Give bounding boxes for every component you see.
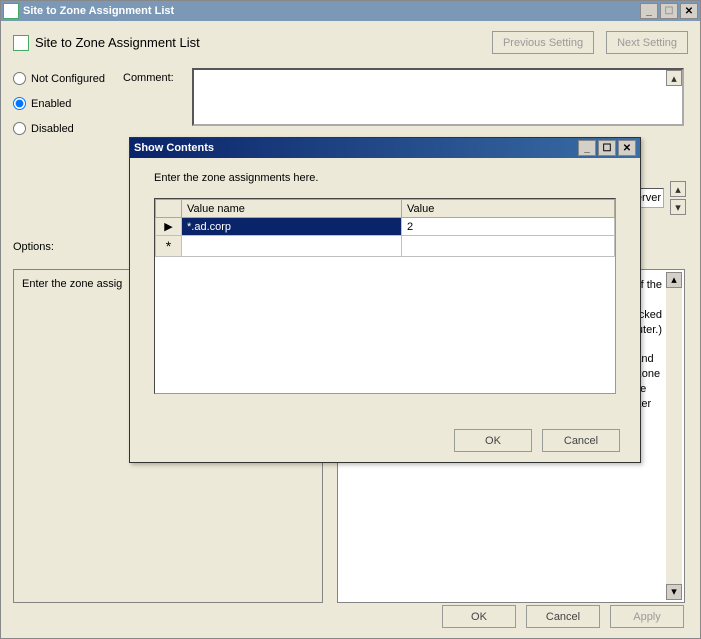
show-contents-dialog: Show Contents _ ☐ ✕ Enter the zone assig… (129, 137, 641, 463)
cell-value-name[interactable]: *.ad.corp (182, 218, 402, 236)
table-row-new[interactable]: * (156, 236, 615, 257)
cell-value-new[interactable] (402, 236, 615, 257)
apply-button[interactable]: Apply (610, 605, 684, 628)
cell-value-name-new[interactable] (182, 236, 402, 257)
previous-setting-button[interactable]: Previous Setting (492, 31, 594, 54)
minimize-button[interactable]: _ (640, 3, 658, 19)
col-value-name[interactable]: Value name (182, 200, 402, 218)
radio-not-configured-input[interactable] (13, 72, 26, 85)
scroll-up-icon[interactable]: ▴ (666, 272, 682, 288)
options-label: Options: (13, 241, 54, 253)
dialog-minimize-button[interactable]: _ (578, 140, 596, 156)
radio-disabled[interactable]: Disabled (13, 122, 105, 135)
dialog-cancel-button[interactable]: Cancel (542, 429, 620, 452)
cancel-button[interactable]: Cancel (526, 605, 600, 628)
scroll-up-icon[interactable]: ▴ (666, 70, 682, 86)
scroll-down-icon[interactable]: ▾ (666, 584, 682, 600)
setting-icon (13, 35, 29, 51)
app-icon (3, 3, 19, 19)
new-row-icon: * (156, 236, 182, 257)
maximize-button[interactable]: ☐ (660, 3, 678, 19)
radio-label: Not Configured (31, 73, 105, 85)
next-setting-button[interactable]: Next Setting (606, 31, 688, 54)
radio-not-configured[interactable]: Not Configured (13, 72, 105, 85)
radio-enabled-input[interactable] (13, 97, 26, 110)
setting-heading: Site to Zone Assignment List (35, 35, 200, 50)
scroll-down-icon[interactable]: ▾ (670, 199, 686, 215)
dialog-prompt: Enter the zone assignments here. (154, 172, 616, 184)
close-button[interactable]: ✕ (680, 3, 698, 19)
radio-enabled[interactable]: Enabled (13, 97, 105, 110)
radio-label: Enabled (31, 98, 71, 110)
scroll-up-icon[interactable]: ▴ (670, 181, 686, 197)
dialog-ok-button[interactable]: OK (454, 429, 532, 452)
ok-button[interactable]: OK (442, 605, 516, 628)
cell-value[interactable]: 2 (402, 218, 615, 236)
row-indicator-icon: ▶ (156, 218, 182, 236)
radio-label: Disabled (31, 123, 74, 135)
options-prompt: Enter the zone assig (22, 278, 122, 290)
dialog-title: Show Contents (134, 142, 578, 154)
dialog-close-button[interactable]: ✕ (618, 140, 636, 156)
window-title: Site to Zone Assignment List (23, 5, 640, 17)
comment-textarea[interactable]: ▴ (192, 68, 684, 126)
settings-window: Site to Zone Assignment List _ ☐ ✕ Site … (0, 0, 701, 639)
comment-label: Comment: (123, 68, 174, 84)
col-value[interactable]: Value (402, 200, 615, 218)
table-row[interactable]: ▶ *.ad.corp 2 (156, 218, 615, 236)
dialog-maximize-button[interactable]: ☐ (598, 140, 616, 156)
state-radio-group: Not Configured Enabled Disabled (13, 68, 105, 135)
zone-grid[interactable]: Value name Value ▶ *.ad.corp 2 * (154, 198, 616, 394)
titlebar: Site to Zone Assignment List _ ☐ ✕ (1, 1, 700, 21)
radio-disabled-input[interactable] (13, 122, 26, 135)
grid-corner (156, 200, 182, 218)
dialog-titlebar: Show Contents _ ☐ ✕ (130, 138, 640, 158)
help-scrollbar[interactable]: ▴ ▾ (666, 272, 682, 600)
